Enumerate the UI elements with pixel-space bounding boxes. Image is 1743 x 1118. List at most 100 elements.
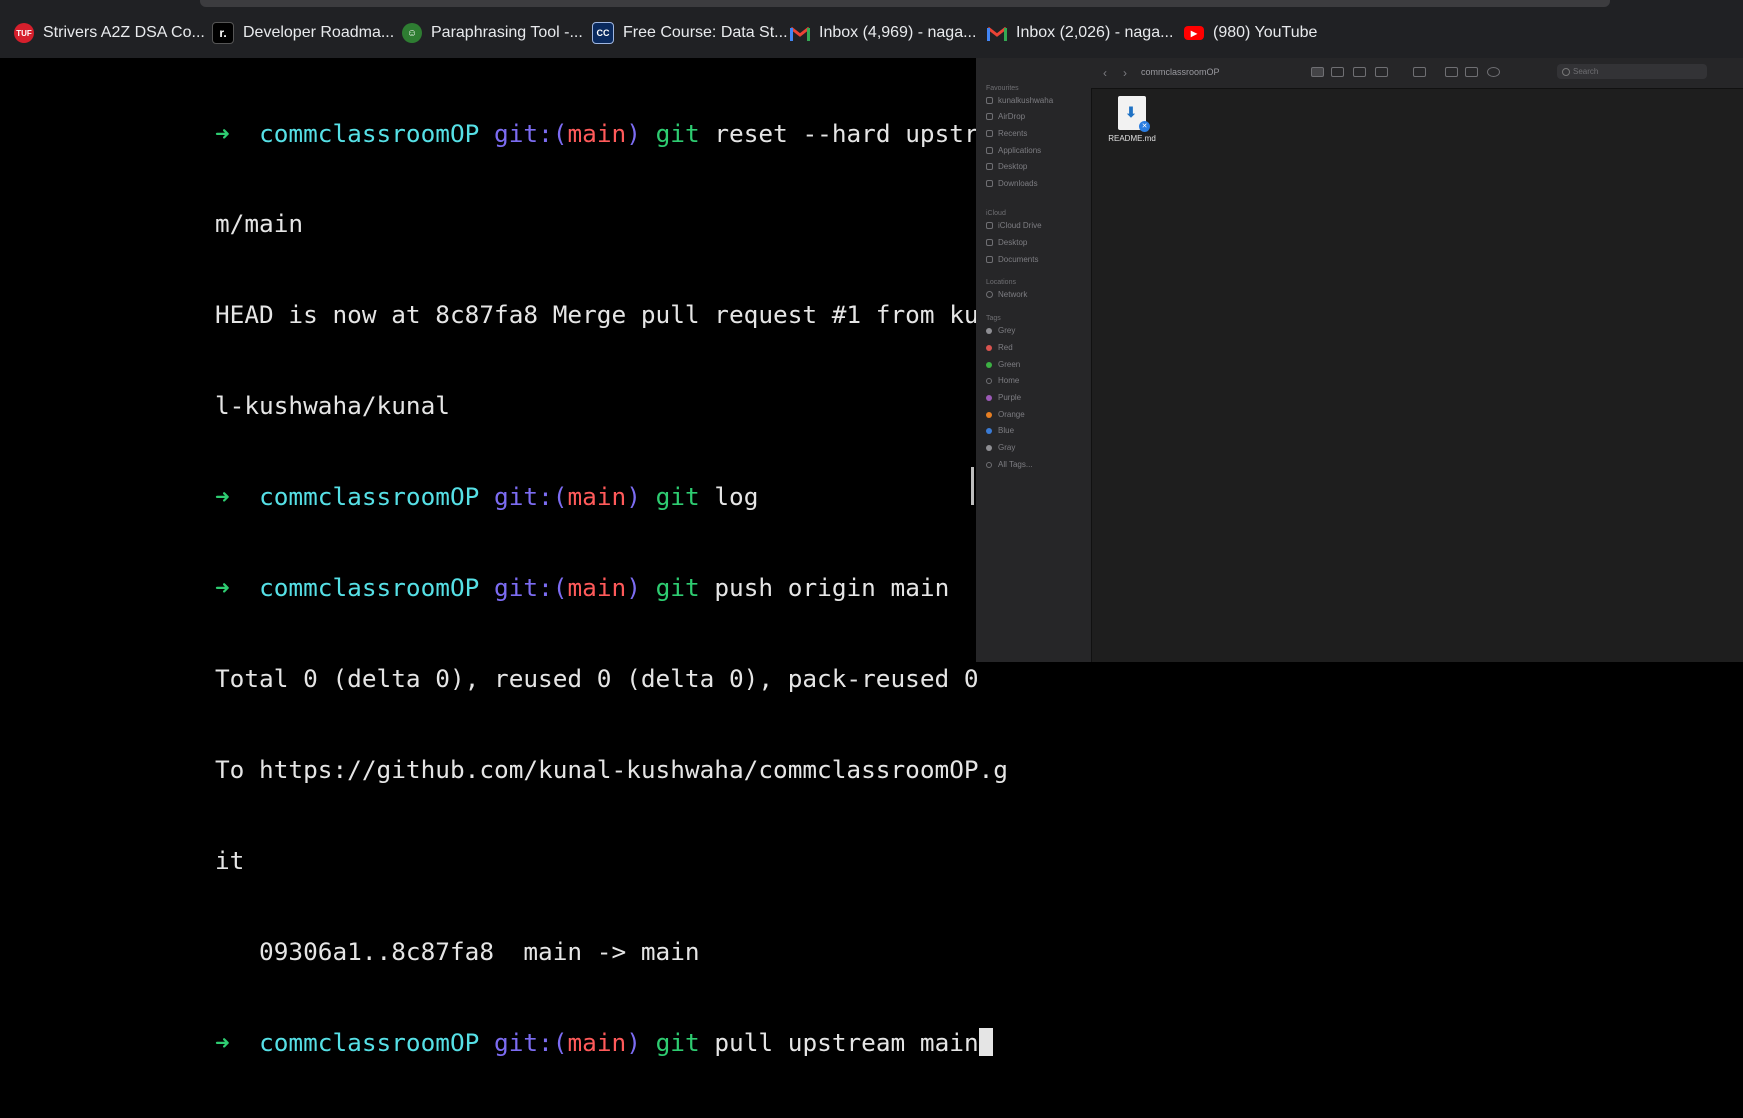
- command-name: git: [655, 118, 700, 148]
- prompt-git-close: ): [626, 1027, 641, 1057]
- sidebar-item-label: Blue: [998, 426, 1015, 435]
- sidebar-section-tags: Tags: [986, 315, 1001, 322]
- markdown-file-icon: ⬇ ✕: [1118, 96, 1150, 132]
- terminal-scrollbar[interactable]: [971, 467, 974, 505]
- bookmark-inbox-1[interactable]: Inbox (4,969) - naga...: [790, 22, 976, 44]
- command-input[interactable]: pull upstream main: [700, 1028, 978, 1057]
- sidebar-tag-blue[interactable]: Blue: [986, 426, 1014, 435]
- sidebar-tag-red[interactable]: Red: [986, 343, 1013, 352]
- command-name: git: [655, 1027, 700, 1057]
- sidebar-item-label: Network: [998, 290, 1028, 299]
- terminal-output: ➜ commclassroomOP git:( main) git reset -…: [215, 58, 1008, 1118]
- cloud-icon: [986, 222, 993, 229]
- bookmark-label: Paraphrasing Tool -...: [431, 24, 583, 41]
- sidebar-item-applications[interactable]: Applications: [986, 146, 1041, 155]
- command-args: reset --hard upstrea: [699, 118, 1009, 148]
- sidebar-item-downloads[interactable]: Downloads: [986, 179, 1038, 188]
- file-readme[interactable]: ⬇ ✕ README.md: [1102, 96, 1162, 143]
- bookmarks-bar: TUF Strivers A2Z DSA Co... r. Developer …: [0, 0, 1743, 58]
- terminal-line: ➜ commclassroomOP git:(main) git reset -…: [215, 118, 1008, 149]
- gallery-view-icon[interactable]: [1375, 67, 1388, 77]
- airdrop-icon: [986, 113, 993, 120]
- sidebar-item-label: Grey: [998, 326, 1016, 335]
- gmail-icon: [987, 23, 1007, 43]
- sidebar-tag-green[interactable]: Green: [986, 360, 1020, 369]
- sidebar-tag-gray[interactable]: Gray: [986, 443, 1015, 452]
- sidebar-item-network[interactable]: Network: [986, 290, 1027, 299]
- sidebar-item-airdrop[interactable]: AirDrop: [986, 112, 1025, 121]
- forward-chevron-icon[interactable]: ›: [1123, 66, 1127, 80]
- prompt-git: git:(: [494, 482, 568, 512]
- sidebar-all-tags[interactable]: All Tags...: [986, 460, 1033, 469]
- prompt-branch: main: [567, 118, 627, 148]
- terminal-cursor: [978, 1027, 993, 1056]
- bookmark-free-course[interactable]: CC Free Course: Data St...: [592, 22, 788, 44]
- sidebar-item-icloud-drive[interactable]: iCloud Drive: [986, 221, 1042, 230]
- sidebar-item-label: Red: [998, 343, 1013, 352]
- sidebar-item-documents[interactable]: Documents: [986, 255, 1038, 264]
- vscode-badge-icon: ✕: [1139, 121, 1150, 132]
- sidebar-item-label: kunalkushwaha: [998, 96, 1054, 105]
- command-args: log: [699, 482, 759, 512]
- sidebar-item-label: Documents: [998, 255, 1039, 264]
- terminal-line[interactable]: ➜ commclassroomOP git:(main) git pull up…: [215, 1027, 993, 1058]
- sidebar-item-label: Purple: [998, 393, 1022, 402]
- bookmark-strivers[interactable]: TUF Strivers A2Z DSA Co...: [14, 22, 205, 44]
- bookmark-paraphrasing-tool[interactable]: ☺ Paraphrasing Tool -...: [402, 22, 583, 44]
- sidebar-tag-home[interactable]: Home: [986, 376, 1019, 385]
- terminal-window[interactable]: ➜ commclassroomOP git:( main) git reset -…: [0, 58, 1008, 1057]
- sidebar-item-label: Applications: [998, 146, 1042, 155]
- roadmap-icon: r.: [212, 22, 234, 44]
- sidebar-item-home[interactable]: kunalkushwaha: [986, 96, 1053, 105]
- home-icon: [986, 97, 993, 104]
- sidebar-item-label: AirDrop: [998, 112, 1026, 121]
- desktop-icon: [986, 239, 993, 246]
- finder-sidebar: Favourites kunalkushwaha AirDrop Recents…: [976, 58, 1092, 662]
- bookmark-label: (980) YouTube: [1213, 24, 1318, 41]
- bookmark-inbox-2[interactable]: Inbox (2,026) - naga...: [987, 22, 1173, 44]
- sidebar-tag-purple[interactable]: Purple: [986, 393, 1021, 402]
- finder-search-field[interactable]: Search: [1557, 64, 1707, 79]
- tag-icon[interactable]: [1465, 67, 1478, 77]
- file-name: README.md: [1108, 134, 1156, 143]
- terminal-line: l-kushwaha/kunal: [215, 391, 450, 421]
- sidebar-item-label: Desktop: [998, 238, 1028, 247]
- sidebar-item-recents[interactable]: Recents: [986, 129, 1027, 138]
- finder-toolbar: ‹ › commclassroomOP Search: [1091, 58, 1743, 89]
- tag-dot-icon: [986, 344, 992, 351]
- share-icon[interactable]: [1445, 67, 1458, 77]
- bookmark-developer-roadmap[interactable]: r. Developer Roadma...: [212, 22, 394, 44]
- terminal-line: it: [215, 845, 245, 875]
- sidebar-tag-grey[interactable]: Grey: [986, 326, 1015, 335]
- sidebar-item-icloud-desktop[interactable]: Desktop: [986, 238, 1027, 247]
- column-view-icon[interactable]: [1353, 67, 1366, 77]
- prompt-dir: commclassroomOP: [259, 1027, 480, 1057]
- clock-icon: [986, 130, 993, 137]
- bookmark-label: Developer Roadma...: [243, 24, 395, 41]
- prompt-git-close: ): [626, 573, 641, 603]
- quillbot-icon: ☺: [402, 23, 422, 43]
- terminal-line: 09306a1..8c87fa8 main -> main: [215, 936, 700, 966]
- prompt-git-close: ): [626, 118, 641, 148]
- group-icon[interactable]: [1413, 67, 1426, 77]
- back-chevron-icon[interactable]: ‹: [1103, 66, 1107, 80]
- list-view-icon[interactable]: [1331, 67, 1344, 77]
- more-actions-icon[interactable]: [1487, 67, 1500, 77]
- prompt-branch: main: [567, 1027, 627, 1057]
- sidebar-item-desktop[interactable]: Desktop: [986, 162, 1027, 171]
- terminal-line: ➜ commclassroomOP git:(main) git push or…: [215, 573, 965, 603]
- bookmark-youtube[interactable]: ▶ (980) YouTube: [1184, 22, 1317, 44]
- download-arrow-icon: ⬇: [1125, 104, 1137, 120]
- command-args: push origin main: [699, 573, 950, 603]
- terminal-line: To https://github.com/kunal-kushwaha/com…: [215, 754, 1008, 784]
- prompt-arrow: ➜: [215, 1027, 230, 1057]
- browser-scrollbar[interactable]: [200, 0, 1610, 7]
- terminal-line: m/main: [215, 209, 304, 239]
- sidebar-item-label: Orange: [998, 410, 1025, 419]
- terminal-line: HEAD is now at 8c87fa8 Merge pull reques…: [215, 300, 1008, 330]
- sidebar-tag-orange[interactable]: Orange: [986, 410, 1025, 419]
- tag-dot-icon: [986, 327, 992, 334]
- downloads-icon: [986, 180, 993, 187]
- prompt-dir: commclassroomOP: [259, 482, 480, 512]
- icon-view-icon[interactable]: [1311, 67, 1324, 77]
